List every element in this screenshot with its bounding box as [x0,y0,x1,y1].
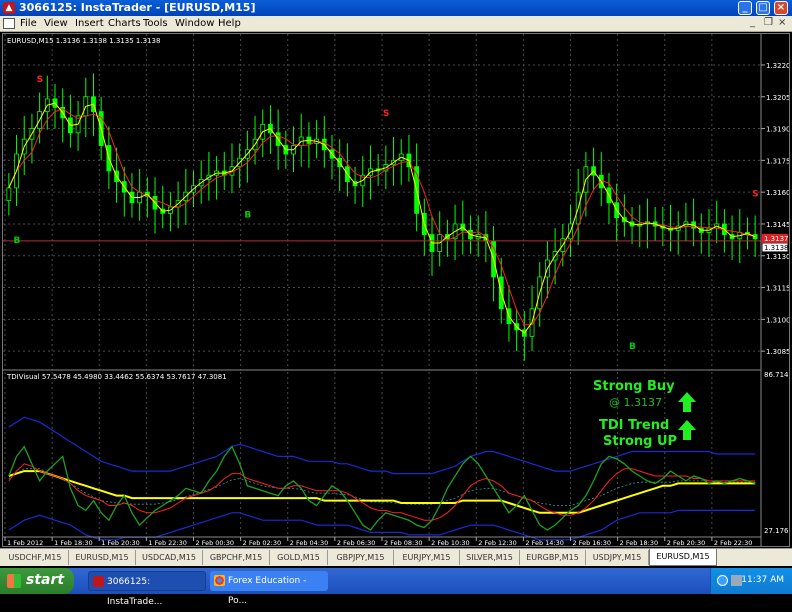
time-tick-label: 2 Feb 06:30 [337,539,376,546]
price-tick-label: 1.3220 [766,62,789,70]
time-tick-label: 2 Feb 00:30 [196,539,235,546]
system-tray: 11:37 AM [710,568,792,594]
instatrader-icon [93,576,104,587]
buy-signal-marker: B [629,342,636,352]
ma-yellow-line [8,102,756,334]
ma-red-line [8,108,756,326]
tab-gbpchf[interactable]: GBPCHF,M15 [203,550,270,565]
price-tick-label: 1.3160 [766,189,789,197]
tab-gbpjpy[interactable]: GBPJPY,M15 [328,550,394,565]
price-chart[interactable]: 1.3220 1.3205 1.3190 1.3175 1.3160 1.3145 1.31… [3,34,792,547]
tab-usdjpy[interactable]: USDJPY,M15 [586,550,649,565]
time-tick-label: 2 Feb 12:30 [478,539,517,546]
main-chart-header: EURUSD,M15 1.3136 1.3138 1.3135 1.3138 [7,37,160,45]
taskbar-item-instatrader[interactable]: 3066125: InstaTrade... [88,571,206,607]
price-tick-label: 1.3130 [766,253,789,261]
maximize-button[interactable]: □ [756,1,770,15]
price-tick-label: 1.3115 [766,285,789,293]
minimize-button[interactable]: _ [738,1,752,15]
mdi-minimize-button[interactable]: _ [750,17,755,28]
time-tick-label: 2 Feb 22:30 [714,539,753,546]
window-titlebar: ▲ 3066125: InstaTrader - [EURUSD,M15] _ … [0,0,792,16]
price-tick-label: 1.3085 [766,348,789,356]
tab-eurusd-active[interactable]: EURUSD,M15 [649,549,717,566]
indicator-top-value: 86.714 [764,371,789,379]
price-axis: 1.3220 1.3205 1.3190 1.3175 1.3160 1.3145 1.31… [761,62,791,356]
time-tick-label: 2 Feb 16:30 [573,539,612,546]
tdi-lower-band [8,509,756,541]
menu-insert[interactable]: Insert [75,18,104,29]
sell-signal-marker: S [37,75,43,85]
time-tick-label: 1 Feb 18:30 [54,539,93,546]
tab-usdchf[interactable]: USDCHF,M15 [2,550,69,565]
menu-view[interactable]: View [44,18,68,29]
tab-usdcad[interactable]: USDCAD,M15 [136,550,203,565]
time-tick-label: 2 Feb 20:30 [667,539,706,546]
network-icon[interactable] [717,575,728,586]
price-tick-label: 1.3145 [766,221,789,229]
mdi-close-button[interactable]: × [778,17,786,28]
menu-tools[interactable]: Tools [143,18,168,29]
menu-file[interactable]: File [20,18,37,29]
ask-price-label: 1.3137 [764,235,789,243]
mdi-restore-button[interactable]: ❐ [764,17,773,28]
tab-silver[interactable]: SILVER,M15 [460,550,520,565]
candle-body [6,187,12,202]
price-tick-label: 1.3175 [766,157,789,165]
start-button[interactable]: start [0,568,74,594]
document-icon [3,18,15,29]
signal-markers: S S S B B B [14,75,759,352]
menu-charts[interactable]: Charts [108,18,141,29]
price-tick-label: 1.3190 [766,126,789,134]
tab-eurjpy[interactable]: EURJPY,M15 [394,550,460,565]
strong-buy-price: @ 1.3137 [609,396,662,409]
time-tick-label: 1 Feb 20:30 [101,539,140,546]
time-tick-label: 2 Feb 08:30 [384,539,423,546]
time-tick-label: 2 Feb 18:30 [620,539,659,546]
clock: 11:37 AM [741,575,784,585]
window-title: 3066125: InstaTrader - [EURUSD,M15] [19,1,256,14]
instatrader-icon: ▲ [3,2,15,14]
price-tick-label: 1.3100 [766,316,789,324]
tdi-trend-strength: Strong UP [603,434,677,449]
close-button[interactable]: × [774,1,788,15]
chart-tabs: USDCHF,M15 EURUSD,M15 USDCAD,M15 GBPCHF,… [0,548,792,566]
time-tick-label: 1 Feb 22:30 [148,539,187,546]
menu-bar: File View Insert Charts Tools Window Hel… [0,16,792,32]
bid-price-label: 1.3138 [764,244,789,252]
menu-window[interactable]: Window [175,18,214,29]
taskbar-item-label: 3066125: InstaTrade... [107,577,163,607]
windows-taskbar: start 3066125: InstaTrade... Forex Educa… [0,568,792,607]
buy-signal-marker: B [244,211,251,221]
tab-gold[interactable]: GOLD,M15 [270,550,328,565]
tdi-trend-label: TDI Trend [599,418,669,433]
chrome-icon [214,575,225,586]
time-tick-label: 2 Feb 02:30 [243,539,282,546]
time-axis: 1 Feb 2012 1 Feb 18:30 1 Feb 20:30 1 Feb 22… [4,537,753,547]
sell-signal-marker: S [383,109,389,119]
strong-buy-label: Strong Buy [593,379,675,394]
taskbar-item-label: Forex Education - Po... [228,576,307,606]
chart-window[interactable]: 1.3220 1.3205 1.3190 1.3175 1.3160 1.3145 1.31… [2,33,792,547]
arrow-up-icon [678,392,696,412]
time-tick-label: 2 Feb 14:30 [525,539,564,546]
sell-signal-marker: S [752,189,758,199]
time-tick-label: 2 Feb 10:30 [431,539,470,546]
indicator-header: TDIVisual 57.5478 45.4980 33.4462 55.637… [6,373,227,381]
taskbar-item-browser[interactable]: Forex Education - Po... [210,571,328,606]
price-tick-label: 1.3205 [766,94,789,102]
indicator-bottom-value: 27.1766 [764,527,789,535]
indicator-grid [4,372,713,536]
tab-eurgbp[interactable]: EURGBP,M15 [520,550,586,565]
arrow-up-icon [678,420,696,440]
tab-eurusd[interactable]: EURUSD,M15 [69,550,136,565]
moving-averages [8,102,756,334]
time-tick-label: 1 Feb 2012 [7,539,43,546]
time-tick-label: 2 Feb 04:30 [290,539,329,546]
buy-signal-marker: B [14,236,21,246]
menu-help[interactable]: Help [218,18,241,29]
start-label: start [26,572,65,588]
windows-logo-icon [7,574,21,588]
